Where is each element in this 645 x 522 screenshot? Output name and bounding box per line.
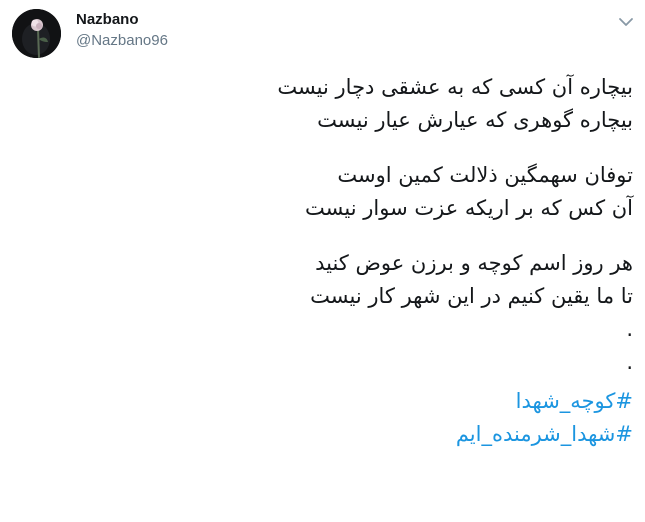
hashtag-link[interactable]: #کوچه_شهدا	[13, 385, 633, 418]
user-handle[interactable]: @Nazbano96	[76, 32, 168, 49]
profile-avatar[interactable]	[12, 9, 61, 58]
tweet-text: بیچاره آن کسی که به عشقی دچار نیست بیچار…	[13, 71, 633, 451]
poem-line: بیچاره آن کسی که به عشقی دچار نیست	[277, 75, 633, 99]
poem-line: تا ما یقین کنیم در این شهر کار نیست	[310, 284, 633, 308]
tweet-card: Nazbano @Nazbano96 بیچاره آن کسی که به ع…	[0, 0, 645, 522]
dot-line: .	[626, 350, 633, 374]
poem-line: توفان سهمگین ذلالت کمین اوست	[337, 163, 633, 187]
poem-line: بیچاره گوهری که عیارش عیار نیست	[317, 108, 633, 132]
poem-line: هر روز اسم کوچه و برزن عوض کنید	[315, 251, 633, 275]
hashtag-list: #کوچه_شهدا #شهدا_شرمنده_ایم	[13, 385, 633, 451]
chevron-down-icon	[619, 18, 633, 26]
dot-line: .	[626, 317, 633, 341]
hashtag-link[interactable]: #شهدا_شرمنده_ایم	[13, 418, 633, 451]
display-name[interactable]: Nazbano	[76, 11, 139, 28]
tweet-menu-button[interactable]	[616, 12, 636, 32]
avatar-rose-photo-icon	[12, 9, 61, 58]
poem-line: آن کس که بر اریکه عزت سوار نیست	[305, 196, 633, 220]
